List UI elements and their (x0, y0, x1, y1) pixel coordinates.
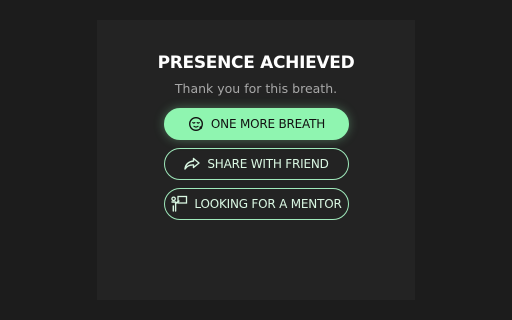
relieved-face-icon (187, 115, 205, 133)
page: PRESENCE ACHIEVED Thank you for this bre… (0, 0, 512, 320)
one-more-breath-label: ONE MORE BREATH (210, 117, 326, 131)
share-with-friend-button[interactable]: SHARE WITH FRIEND (163, 148, 349, 180)
looking-for-mentor-label: LOOKING FOR A MENTOR (194, 197, 342, 211)
mentor-board-icon (170, 195, 188, 213)
one-more-breath-button[interactable]: ONE MORE BREATH (163, 108, 349, 140)
share-with-friend-label: SHARE WITH FRIEND (207, 157, 329, 171)
page-title: PRESENCE ACHIEVED (157, 53, 355, 73)
looking-for-mentor-button[interactable]: LOOKING FOR A MENTOR (163, 188, 349, 220)
completion-card: PRESENCE ACHIEVED Thank you for this bre… (97, 20, 415, 300)
share-arrow-icon (183, 155, 201, 173)
subtitle: Thank you for this breath. (174, 81, 338, 96)
